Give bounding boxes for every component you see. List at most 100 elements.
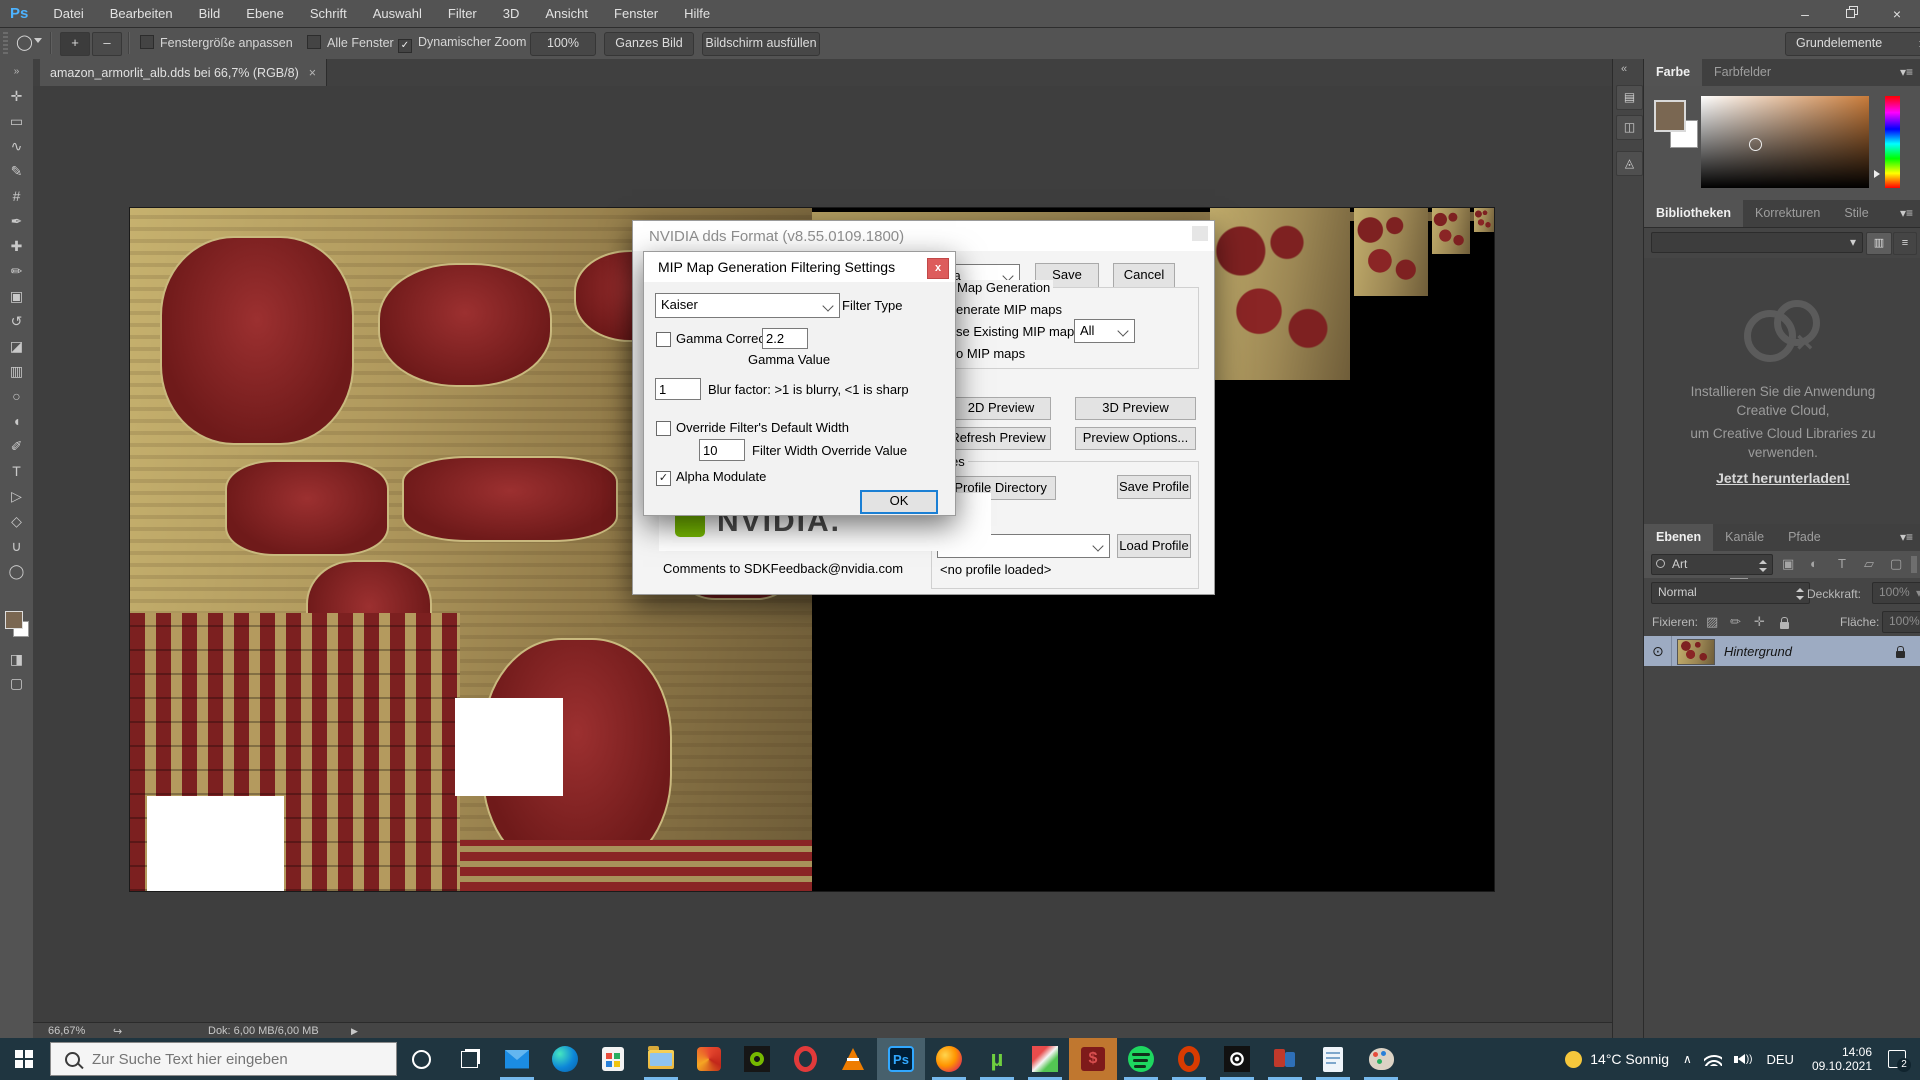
opacity-combo[interactable]: 100%▾	[1872, 582, 1920, 604]
taskbar-icon-photo-app[interactable]	[1021, 1038, 1069, 1080]
quick-mask-button[interactable]: ◨	[0, 647, 33, 672]
tool-move[interactable]: ✛	[0, 84, 33, 109]
nvidia-close-icon[interactable]	[1192, 226, 1208, 241]
taskbar-icon-spotify[interactable]	[1117, 1038, 1165, 1080]
download-now-link[interactable]: Jetzt herunterladen!	[1668, 470, 1898, 486]
dynamic-zoom-checkbox[interactable]: ✓Dynamischer Zoom	[398, 35, 526, 53]
list-view-button[interactable]: ≡	[1893, 232, 1917, 255]
wifi-icon[interactable]	[1704, 1053, 1722, 1066]
load-profile-button[interactable]: Load Profile	[1117, 534, 1191, 558]
blur-factor-field[interactable]	[655, 378, 701, 400]
rail-panel-icon-1[interactable]: ▤	[1616, 85, 1643, 110]
alpha-modulate-checkbox[interactable]: ✓	[656, 470, 671, 486]
tool-healing[interactable]: ✚	[0, 234, 33, 259]
notification-center-icon[interactable]: 2	[1888, 1050, 1906, 1068]
taskbar-icon-camera-app[interactable]	[1213, 1038, 1261, 1080]
use-existing-mip-maps-radio[interactable]: se Existing MIP maps	[956, 324, 1081, 339]
mip-dialog-titlebar[interactable]: MIP Map Generation Filtering Settings x	[644, 252, 955, 282]
filter-shape-layers-icon[interactable]: ▱	[1864, 556, 1874, 572]
rail-panel-icon-2[interactable]: ◫	[1616, 115, 1643, 140]
tool-eyedropper[interactable]: ✒	[0, 209, 33, 234]
mip-close-button[interactable]: x	[927, 258, 949, 279]
tool-blur[interactable]: ○	[0, 384, 33, 409]
nvidia-dialog-titlebar[interactable]: NVIDIA dds Format (v8.55.0109.1800)	[633, 221, 1214, 251]
language-indicator[interactable]: DEU	[1766, 1052, 1793, 1067]
tab-close-icon[interactable]: ×	[309, 66, 316, 80]
lock-transparency-icon[interactable]: ▨	[1706, 614, 1718, 630]
fit-on-screen-button[interactable]: Ganzes Bild	[604, 32, 694, 56]
tool-quick-selection[interactable]: ✎	[0, 159, 33, 184]
document-size[interactable]: Dok: 6,00 MB/6,00 MB	[208, 1025, 319, 1037]
tab-stile[interactable]: Stile	[1832, 200, 1880, 227]
taskbar-icon-opera[interactable]	[781, 1038, 829, 1080]
menu-schrift[interactable]: Schrift	[297, 0, 360, 27]
tool-clone-stamp[interactable]: ▣	[0, 284, 33, 309]
menu-bild[interactable]: Bild	[186, 0, 234, 27]
taskbar-icon-utorrent[interactable]: µ	[973, 1038, 1021, 1080]
color-cursor-icon[interactable]	[1749, 138, 1762, 151]
taskbar-search[interactable]	[50, 1042, 397, 1076]
tab-farbe[interactable]: Farbe	[1644, 59, 1702, 86]
taskbar-icon-edge[interactable]	[541, 1038, 589, 1080]
panel-menu-icon[interactable]: ▾≡	[1892, 524, 1920, 551]
refresh-preview-button[interactable]: Refresh Preview	[945, 427, 1051, 450]
status-arrow-icon[interactable]: ▶	[351, 1026, 358, 1037]
tray-expand-chevron-icon[interactable]: ∧	[1683, 1052, 1692, 1066]
layer-name[interactable]: Hintergrund	[1724, 644, 1792, 659]
preview-options-button[interactable]: Preview Options...	[1075, 427, 1196, 450]
tab-ebenen[interactable]: Ebenen	[1644, 524, 1713, 551]
taskbar-icon-explorer[interactable]	[637, 1038, 685, 1080]
generate-mip-maps-radio[interactable]: enerate MIP maps	[956, 302, 1062, 317]
foreground-color-swatch[interactable]	[1654, 100, 1686, 132]
taskbar-icon-store[interactable]	[589, 1038, 637, 1080]
zoom-100-button[interactable]: 100%	[530, 32, 596, 56]
gamma-correct-checkbox[interactable]	[656, 332, 671, 350]
menu-fenster[interactable]: Fenster	[601, 0, 671, 27]
tool-zoom[interactable]: ◯	[0, 559, 33, 584]
tab-kanaele[interactable]: Kanäle	[1713, 524, 1776, 551]
tab-farbfelder[interactable]: Farbfelder	[1702, 59, 1783, 86]
menu-bearbeiten[interactable]: Bearbeiten	[97, 0, 186, 27]
grid-view-button[interactable]: ▥	[1866, 232, 1892, 255]
width-override-field[interactable]	[699, 439, 745, 461]
tab-bibliotheken[interactable]: Bibliotheken	[1644, 200, 1743, 227]
filter-toggle[interactable]	[1911, 556, 1917, 573]
3d-preview-button[interactable]: 3D Preview	[1075, 397, 1196, 420]
zoom-in-button[interactable]: +	[60, 32, 90, 56]
taskbar-icon-office-o[interactable]	[1165, 1038, 1213, 1080]
panel-menu-icon[interactable]: ▾≡	[1892, 59, 1920, 86]
tool-marquee[interactable]: ▭	[0, 109, 33, 134]
start-button[interactable]	[0, 1038, 48, 1080]
filter-type-combo[interactable]: Kaiser	[655, 293, 840, 318]
tool-eraser[interactable]: ◪	[0, 334, 33, 359]
lock-pixels-icon[interactable]: ✏	[1730, 614, 1741, 630]
tools-collapse-chevron[interactable]: »	[0, 59, 33, 84]
export-icon[interactable]: ↪	[113, 1025, 122, 1038]
taskbar-icon-office[interactable]	[685, 1038, 733, 1080]
tool-preset-chevron-icon[interactable]	[34, 38, 42, 43]
taskbar-icon-photoshop[interactable]: Ps	[877, 1038, 925, 1080]
tool-path-selection[interactable]: ▷	[0, 484, 33, 509]
tool-hand[interactable]: ∪	[0, 534, 33, 559]
filter-kind-combo[interactable]: Art	[1651, 554, 1773, 575]
menu-hilfe[interactable]: Hilfe	[671, 0, 723, 27]
no-mip-maps-radio[interactable]: o MIP maps	[956, 346, 1025, 361]
tab-pfade[interactable]: Pfade	[1776, 524, 1833, 551]
rail-expand-chevron[interactable]: «	[1621, 63, 1627, 75]
library-select-combo[interactable]: ▾	[1651, 232, 1863, 253]
lock-all-icon[interactable]	[1780, 618, 1789, 632]
tool-crop[interactable]: #	[0, 184, 33, 209]
filter-adjustment-layers-icon[interactable]: ◐	[1810, 556, 1818, 571]
menu-datei[interactable]: Datei	[40, 0, 96, 27]
volume-icon[interactable]: ))	[1734, 1054, 1753, 1065]
filter-smart-objects-icon[interactable]: ▢	[1890, 556, 1902, 572]
screen-mode-button[interactable]: ▢	[0, 671, 33, 696]
tab-korrekturen[interactable]: Korrekturen	[1743, 200, 1832, 227]
zoom-level[interactable]: 66,67%	[48, 1025, 85, 1037]
close-button[interactable]: ×	[1874, 0, 1920, 27]
tool-type[interactable]: T	[0, 459, 33, 484]
layer-visibility-eye-icon[interactable]: ⊙	[1652, 643, 1664, 660]
taskbar-icon-nvidia[interactable]	[733, 1038, 781, 1080]
workspace-switcher[interactable]: Grundelemente	[1785, 32, 1920, 56]
taskbar-icon-winrar[interactable]	[1261, 1038, 1309, 1080]
